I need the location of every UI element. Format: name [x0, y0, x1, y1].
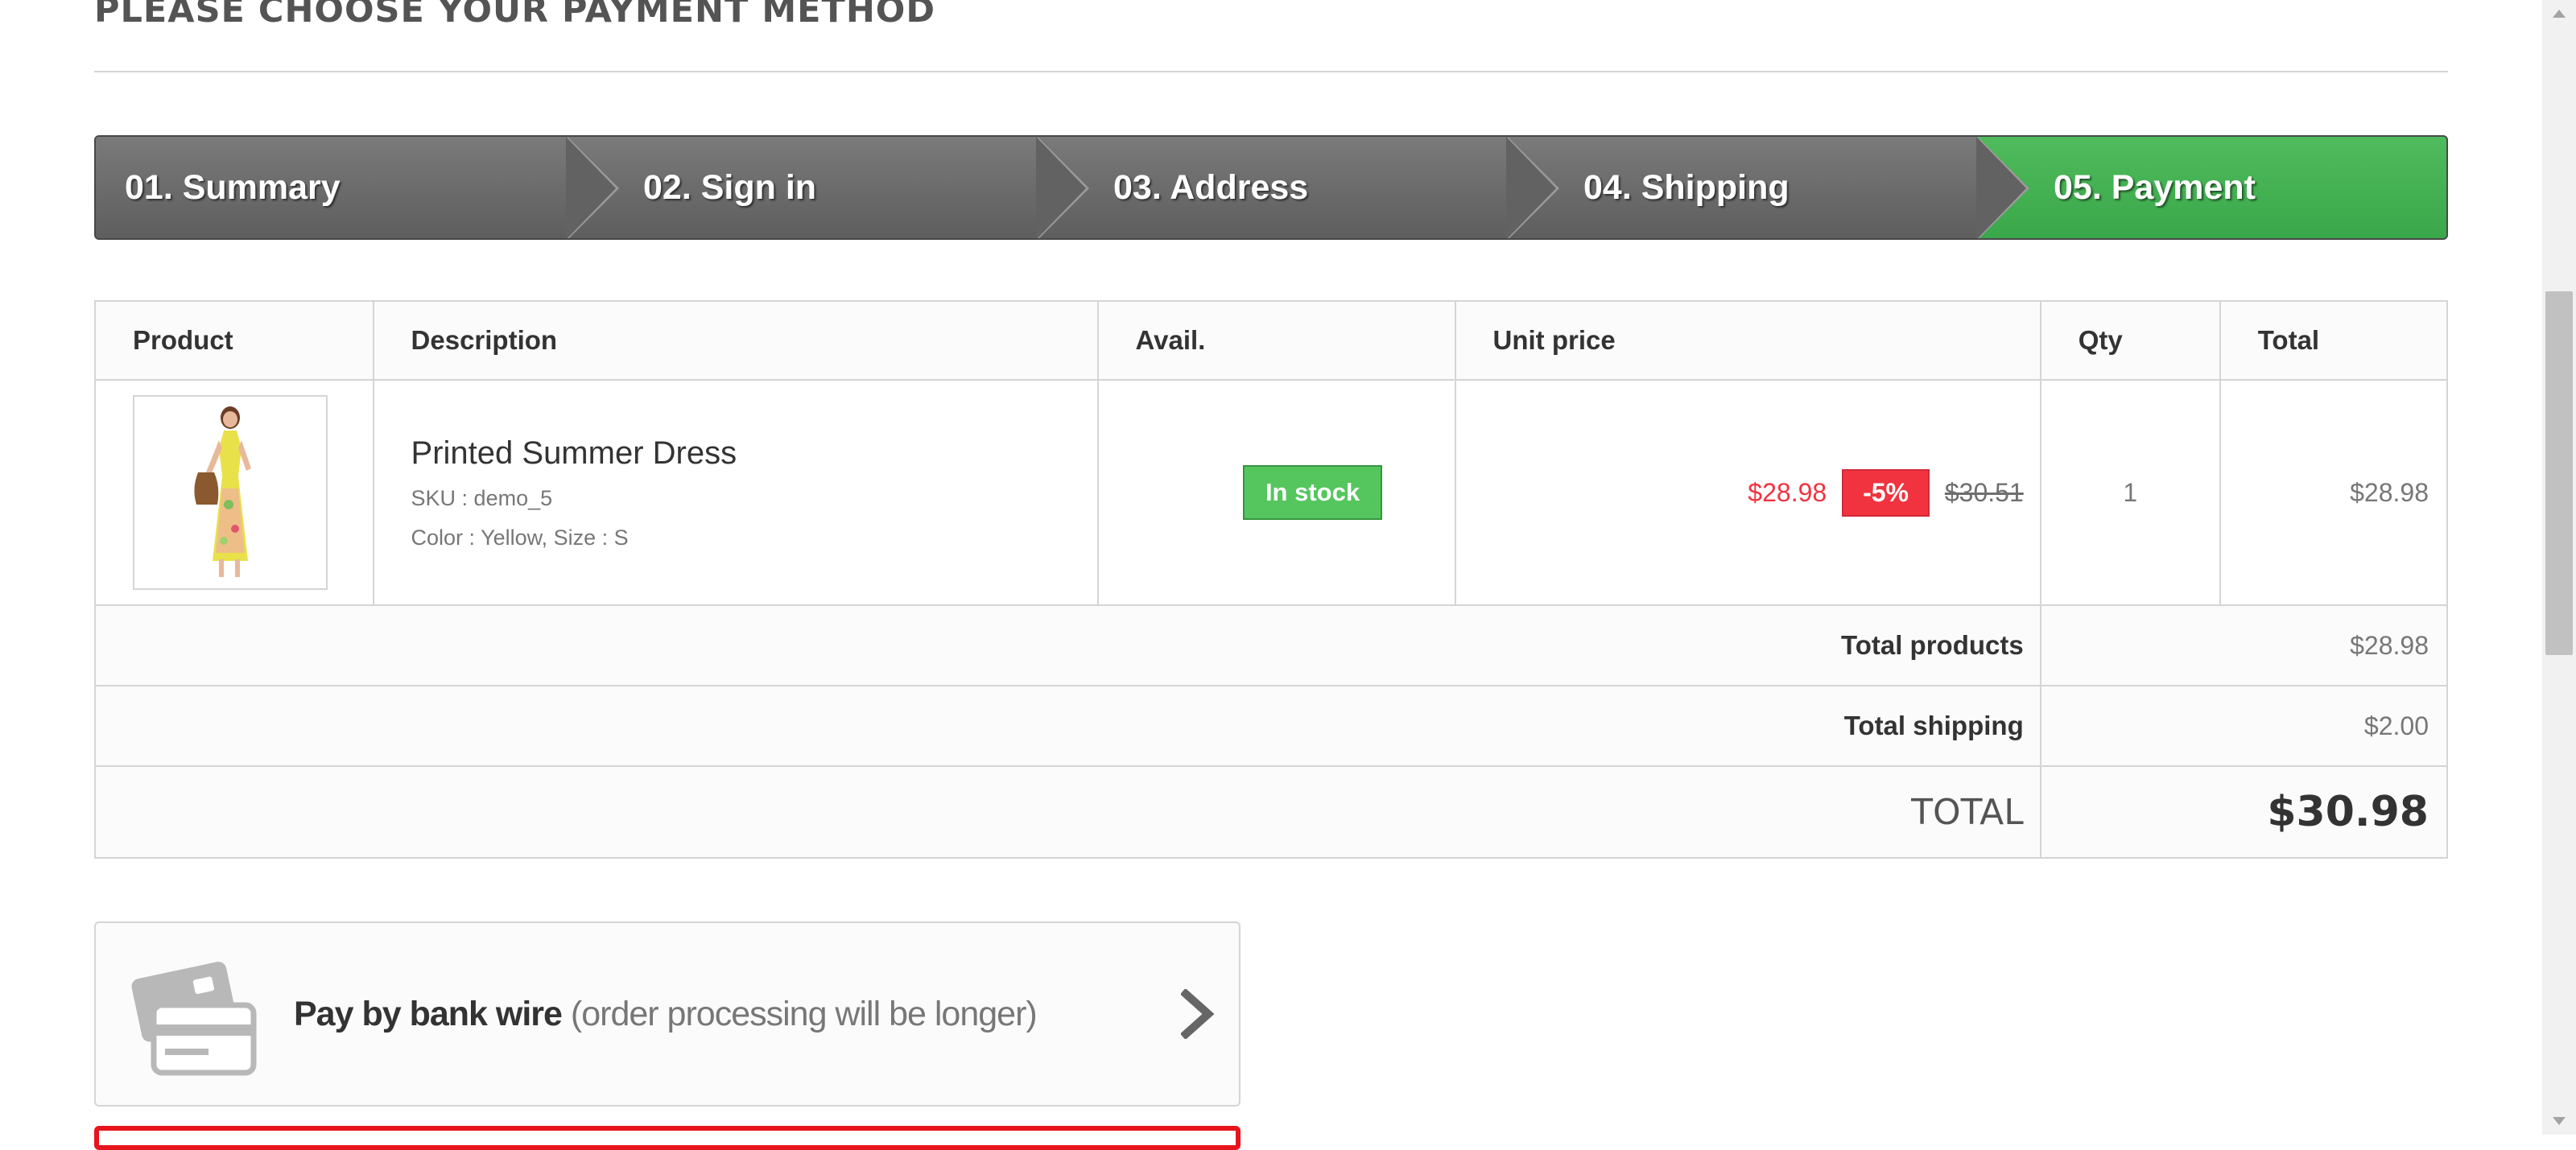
scroll-up-arrow-icon[interactable] [2542, 0, 2576, 27]
table-row: Printed Summer Dress SKU : demo_5 Color … [94, 379, 2449, 606]
step-address[interactable]: 03. Address [1036, 137, 1559, 238]
product-total: $28.98 [2219, 379, 2449, 606]
col-avail: Avail. [1096, 300, 1456, 381]
product-sku: SKU : demo_5 [411, 485, 553, 510]
pay-by-check-option[interactable] [94, 1126, 1241, 1150]
grand-total-label: TOTAL [94, 765, 2041, 859]
col-total: Total [2219, 300, 2449, 381]
total-shipping-label: Total shipping [94, 685, 2041, 767]
total-shipping-value: $2.00 [2039, 685, 2449, 767]
total-products-row: Total products $28.98 [94, 604, 2449, 686]
total-products-label: Total products [94, 604, 2041, 686]
pay-option-text: Pay by bank wire (order processing will … [294, 994, 1038, 1034]
step-label: 01. Summary [125, 167, 341, 207]
price-current: $28.98 [1748, 477, 1827, 507]
vertical-scrollbar[interactable] [2542, 0, 2576, 1135]
price-reduction-badge: -5% [1842, 468, 1930, 517]
scroll-down-arrow-icon[interactable] [2542, 1107, 2576, 1135]
pay-by-bank-wire-option[interactable]: Pay by bank wire (order processing will … [94, 921, 1241, 1107]
step-payment: 05. Payment [1976, 137, 2446, 238]
col-product: Product [94, 300, 374, 381]
product-attributes: Color : Yellow, Size : S [411, 525, 629, 550]
page-heading: PLEASE CHOOSE YOUR PAYMENT METHOD [94, 0, 2448, 72]
pay-option-note: (order processing will be longer) [570, 994, 1038, 1033]
product-name-link[interactable]: Printed Summer Dress [411, 435, 1096, 472]
product-thumbnail[interactable] [133, 395, 328, 590]
step-label: 05. Payment [2054, 167, 2256, 207]
step-label: 02. Sign in [643, 167, 817, 207]
checkout-steps: 01. Summary 02. Sign in 03. Address 04. … [94, 135, 2448, 240]
scrollbar-thumb[interactable] [2545, 291, 2573, 655]
col-unit-price: Unit price [1454, 300, 2041, 381]
col-description: Description [372, 300, 1099, 381]
total-shipping-row: Total shipping $2.00 [94, 685, 2449, 767]
product-description-cell: Printed Summer Dress SKU : demo_5 Color … [372, 379, 1099, 606]
total-products-value: $28.98 [2039, 604, 2449, 686]
dress-product-image [194, 406, 251, 577]
grand-total-row: TOTAL $30.98 [94, 765, 2449, 859]
product-availability-cell: In stock [1096, 379, 1456, 606]
step-summary[interactable]: 01. Summary [96, 137, 619, 238]
in-stock-badge: In stock [1242, 465, 1383, 520]
chevron-right-icon [1181, 989, 1215, 1039]
product-image-cell [94, 379, 374, 606]
unit-price-cell: $28.98 -5% $30.51 [1454, 379, 2041, 606]
col-qty: Qty [2039, 300, 2221, 381]
step-sign-in[interactable]: 02. Sign in [566, 137, 1089, 238]
pay-option-title: Pay by bank wire [294, 994, 563, 1033]
price-old: $30.51 [1944, 477, 2024, 507]
cart-summary-table: Product Description Avail. Unit price Qt… [94, 300, 2449, 859]
step-label: 04. Shipping [1583, 167, 1790, 207]
step-label: 03. Address [1113, 167, 1309, 207]
product-qty: 1 [2039, 379, 2221, 606]
grand-total-value: $30.98 [2039, 765, 2449, 859]
table-header-row: Product Description Avail. Unit price Qt… [94, 300, 2449, 381]
step-shipping[interactable]: 04. Shipping [1506, 137, 2029, 238]
credit-card-icon [131, 962, 257, 1076]
